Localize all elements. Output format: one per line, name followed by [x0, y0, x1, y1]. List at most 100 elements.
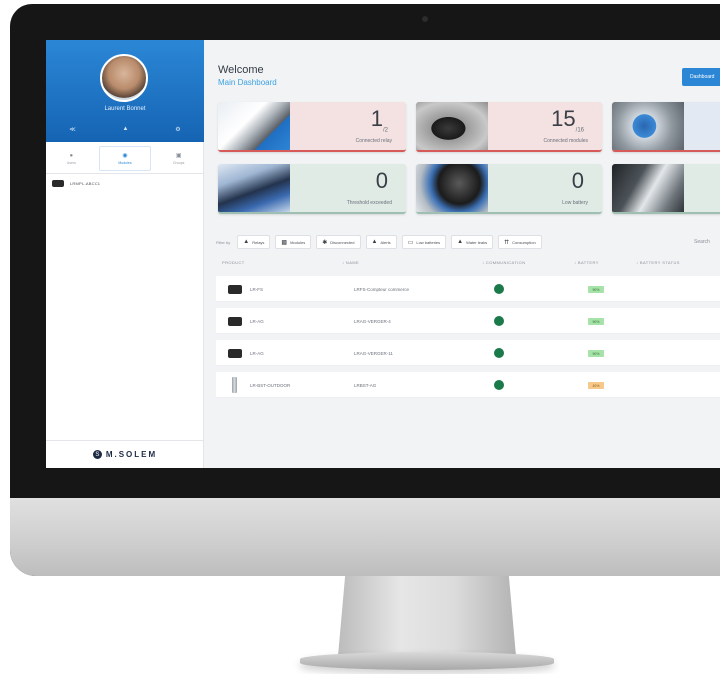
connected-status-icon — [494, 348, 504, 358]
product-cell: LR-FS — [250, 287, 264, 292]
filter-chip-relays[interactable]: ▲ Relays — [237, 235, 271, 249]
stat-card-relays[interactable]: 1/2 Connected relay — [218, 102, 406, 152]
table-row[interactable]: LR-FS LRFS-Compteur commerce 90% — [216, 276, 720, 302]
table-header: PRODUCT ↓ NAME ↓ COMMUNICATION ↓ BATTERY… — [222, 260, 720, 268]
module-icon — [228, 349, 242, 358]
tab-label: Users — [66, 160, 76, 165]
tab-users[interactable]: ● Users — [46, 144, 97, 173]
brand-footer: S M.SOLEM — [46, 440, 204, 468]
relay-icon: ▲ — [243, 239, 250, 245]
stat-label: Connected modules — [543, 138, 588, 144]
water-leak-icon: ▲ — [457, 239, 464, 245]
module-icon — [228, 317, 242, 326]
brand-name: M.SOLEM — [105, 450, 158, 459]
sidebar-tabs: ● Users ◉ Modules ▣ Groups — [46, 144, 204, 174]
user-name: Laurent Bonnet — [104, 106, 146, 112]
battery-badge: 90% — [588, 286, 604, 293]
filter-chip-alerts[interactable]: ▲ Alerts — [365, 235, 397, 249]
settings-icon[interactable]: ⚙ — [175, 126, 180, 133]
stat-value: 15/16 — [551, 106, 584, 134]
tab-groups[interactable]: ▣ Groups — [153, 144, 204, 173]
share-icon[interactable]: ≪ — [69, 126, 75, 133]
module-icon: ▩ — [281, 239, 288, 246]
column-header-communication[interactable]: ↓ COMMUNICATION — [482, 260, 525, 265]
profile-icons: ≪ ▲ ⚙ — [46, 126, 204, 133]
stat-card-threshold[interactable]: 0 Threshold exceeded — [218, 164, 406, 214]
group-icon: ▣ — [175, 153, 182, 159]
consumption-icon: ⇈ — [504, 239, 510, 246]
product-cell: LR-AG — [250, 351, 264, 356]
profile-panel: Laurent Bonnet ≪ ▲ ⚙ — [46, 40, 204, 142]
webcam — [422, 16, 428, 22]
device-label: LRMPL-ABCC1 — [70, 181, 101, 186]
name-cell: LRAG-VERGER-11 — [354, 351, 393, 356]
product-cell: LR-BST-OUTDOOR — [250, 383, 291, 388]
avatar[interactable] — [100, 54, 148, 102]
search-input[interactable]: Search — [694, 239, 710, 245]
alert-icon: ▲ — [371, 239, 378, 245]
stat-value: 1/2 — [370, 106, 388, 134]
name-cell: LRBST-AG — [354, 383, 377, 388]
filter-chip-modules[interactable]: ▩ Modules — [275, 235, 312, 249]
connected-status-icon — [494, 284, 504, 294]
stat-label: Threshold exceeded — [346, 200, 392, 206]
battery-icon: ▭ — [407, 239, 414, 246]
filter-chip-water-leaks[interactable]: ▲ Water leaks — [451, 235, 494, 249]
filter-label: Filter by — [216, 239, 231, 245]
battery-photo — [416, 164, 488, 212]
chart-photo — [218, 164, 290, 212]
stat-value: 0 — [375, 168, 388, 193]
app-screen: Laurent Bonnet ≪ ▲ ⚙ ● Users ◉ Modules ▣… — [46, 40, 720, 468]
battery-badge: 90% — [588, 318, 604, 325]
product-cell: LR-AG — [250, 319, 264, 324]
connected-status-icon — [494, 316, 504, 326]
main-content: Welcome Main Dashboard Dashboard 1/2 Con… — [204, 40, 720, 468]
table-row[interactable]: LR-AG LRAG-VERGER-11 90% — [216, 340, 720, 366]
table-row[interactable]: LR-AG LRAG-VERGER-4 90% — [216, 308, 720, 334]
module-icon: ◉ — [122, 153, 128, 159]
outdoor-sensor-icon — [232, 377, 237, 393]
filter-bar: Filter by ▲ Relays ▩ Modules ✱ Disconnected… — [216, 234, 720, 250]
stat-card-meters[interactable] — [612, 102, 720, 152]
module-icon — [52, 180, 64, 187]
tab-label: Groups — [172, 161, 185, 165]
column-header-battery-status[interactable]: ↓ BATTERY STATUS — [636, 260, 680, 265]
tab-modules[interactable]: ◉ Modules — [98, 146, 152, 171]
dashboard-button[interactable]: Dashboard — [682, 68, 720, 86]
water-leak-photo — [612, 164, 684, 212]
water-meter-photo — [612, 102, 684, 150]
column-header-name[interactable]: ↓ NAME — [342, 260, 359, 265]
battery-badge: 40% — [588, 382, 604, 389]
module-photo — [416, 102, 488, 150]
page-subtitle: Main Dashboard — [218, 78, 277, 87]
battery-badge: 90% — [588, 350, 604, 357]
sidebar: Laurent Bonnet ≪ ▲ ⚙ ● Users ◉ Modules ▣… — [46, 40, 204, 468]
name-cell: LRAG-VERGER-4 — [354, 319, 391, 324]
stat-card-leaks[interactable] — [612, 164, 720, 214]
page-title: Welcome — [218, 64, 264, 76]
sidebar-device-item[interactable]: LRMPL-ABCC1 — [52, 180, 100, 187]
disconnected-icon: ✱ — [322, 239, 328, 246]
stat-card-modules[interactable]: 15/16 Connected modules — [416, 102, 602, 152]
brand-logo-icon: S — [92, 450, 102, 459]
table-row[interactable]: LR-BST-OUTDOOR LRBST-AG 40% — [216, 372, 720, 398]
column-header-product[interactable]: PRODUCT — [222, 260, 245, 265]
user-icon: ● — [69, 152, 74, 159]
module-icon — [228, 285, 242, 294]
monitor-chin — [10, 498, 720, 576]
filter-chip-consumption[interactable]: ⇈ Consumption — [498, 235, 542, 249]
stat-card-battery[interactable]: 0 Low battery — [416, 164, 602, 214]
connected-status-icon — [494, 380, 504, 390]
stat-label: Connected relay — [355, 138, 392, 144]
relay-tower-photo — [218, 102, 290, 150]
stat-value: 0 — [571, 168, 584, 193]
tab-label: Modules — [118, 161, 132, 165]
name-cell: LRFS-Compteur commerce — [354, 287, 410, 292]
column-header-battery[interactable]: ↓ BATTERY — [574, 260, 599, 265]
monitor-foot — [300, 652, 554, 670]
filter-chip-low-batteries[interactable]: ▭ Low batteries — [401, 235, 447, 249]
monitor-stand — [338, 576, 516, 656]
bell-icon[interactable]: ▲ — [122, 126, 128, 133]
filter-chip-disconnected[interactable]: ✱ Disconnected — [316, 235, 361, 249]
stat-label: Low battery — [562, 200, 588, 206]
